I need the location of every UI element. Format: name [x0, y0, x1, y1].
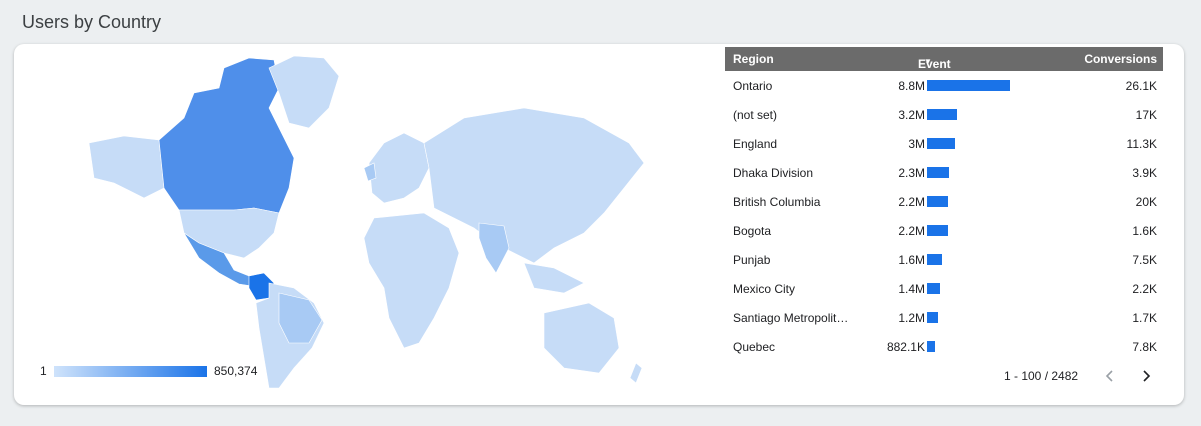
region-table: Region Event count ▼ Conversions Ontario 8…: [725, 47, 1163, 361]
table-body: Ontario 8.8M 26.1K (not set) 3.2M 17K England 3…: [725, 71, 1163, 361]
row-event-count: 2.2M: [898, 195, 925, 209]
row-region: Quebec: [733, 340, 776, 354]
legend-min-label: 1: [40, 364, 47, 378]
map-region-greenland: [268, 55, 340, 129]
map-region-canada: [158, 57, 295, 214]
row-event-bar: [927, 167, 949, 178]
map-region-nz: [629, 362, 643, 384]
previous-page-button[interactable]: [1100, 364, 1120, 388]
world-map[interactable]: [84, 48, 654, 393]
sort-descending-icon: ▼: [924, 57, 932, 66]
row-region: Mexico City: [733, 282, 796, 296]
map-region-europe: [368, 132, 430, 204]
map-region-alaska: [88, 135, 165, 199]
table-header: Region Event count ▼ Conversions: [725, 47, 1163, 85]
map-region-india: [478, 222, 510, 274]
row-region: Bogota: [733, 224, 772, 238]
legend-gradient-bar: [54, 366, 207, 377]
table-row[interactable]: Bogota 2.2M 1.6K: [725, 216, 1163, 245]
row-event-bar: [927, 138, 955, 149]
map-region-uk: [363, 162, 377, 182]
row-event-bar: [927, 225, 948, 236]
table-row[interactable]: Dhaka Division 2.3M 3.9K: [725, 158, 1163, 187]
row-conversions: 1.7K: [1132, 311, 1157, 325]
row-region: Ontario: [733, 79, 773, 93]
row-event-count: 1.6M: [898, 253, 925, 267]
row-event-count: 1.4M: [898, 282, 925, 296]
map-legend: 1 850,374: [40, 364, 300, 380]
table-row[interactable]: British Columbia 2.2M 20K: [725, 187, 1163, 216]
row-conversions: 7.8K: [1132, 340, 1157, 354]
row-event-count: 2.2M: [898, 224, 925, 238]
row-conversions: 7.5K: [1132, 253, 1157, 267]
row-conversions: 11.3K: [1126, 137, 1157, 151]
row-event-bar: [927, 109, 957, 120]
map-region-usa: [178, 207, 280, 259]
column-header-region[interactable]: Region: [733, 52, 774, 66]
chevron-right-icon: [1143, 370, 1151, 382]
page-title: Users by Country: [22, 12, 162, 32]
row-conversions: 3.9K: [1132, 166, 1157, 180]
pagination-label: 1 - 100 / 2482: [1004, 369, 1079, 383]
row-event-bar: [927, 196, 948, 207]
table-row[interactable]: (not set) 3.2M 17K: [725, 100, 1163, 129]
row-region: Punjab: [733, 253, 771, 267]
row-conversions: 17K: [1135, 108, 1157, 122]
legend-max-label: 850,374: [214, 364, 258, 378]
row-event-count: 882.1K: [886, 340, 925, 354]
row-region: England: [733, 137, 778, 151]
geo-chart-card: 1 850,374 Region Event count ▼ Conversion…: [14, 44, 1184, 405]
row-event-count: 2.3M: [898, 166, 925, 180]
table-row[interactable]: Ontario 8.8M 26.1K: [725, 71, 1163, 100]
row-conversions: 20K: [1135, 195, 1157, 209]
map-region-se-asia: [523, 262, 585, 294]
column-header-conversions[interactable]: Conversions: [1084, 52, 1157, 66]
row-event-bar: [927, 283, 940, 294]
row-conversions: 2.2K: [1132, 282, 1157, 296]
row-region: British Columbia: [733, 195, 821, 209]
map-region-asia: [423, 107, 645, 264]
row-event-count: 3M: [908, 137, 925, 151]
map-region-africa: [363, 212, 460, 349]
row-event-count: 1.2M: [898, 311, 925, 325]
table-row[interactable]: Punjab 1.6M 7.5K: [725, 245, 1163, 274]
row-event-bar: [927, 341, 935, 352]
chevron-left-icon: [1105, 370, 1113, 382]
row-conversions: 26.1K: [1125, 79, 1157, 93]
row-event-bar: [927, 80, 1010, 91]
row-region: Santiago Metropolit…: [733, 311, 849, 325]
row-event-bar: [927, 312, 938, 323]
next-page-button[interactable]: [1136, 364, 1156, 388]
table-row[interactable]: Quebec 882.1K 7.8K: [725, 332, 1163, 361]
table-row[interactable]: Santiago Metropolit… 1.2M 1.7K: [725, 303, 1163, 332]
row-region: Dhaka Division: [733, 166, 814, 180]
table-row[interactable]: England 3M 11.3K: [725, 129, 1163, 158]
row-event-count: 8.8M: [898, 79, 925, 93]
row-event-bar: [927, 254, 942, 265]
table-row[interactable]: Mexico City 1.4M 2.2K: [725, 274, 1163, 303]
row-conversions: 1.6K: [1132, 224, 1157, 238]
row-event-count: 3.2M: [898, 108, 925, 122]
row-region: (not set): [733, 108, 778, 122]
map-region-australia: [543, 302, 620, 374]
